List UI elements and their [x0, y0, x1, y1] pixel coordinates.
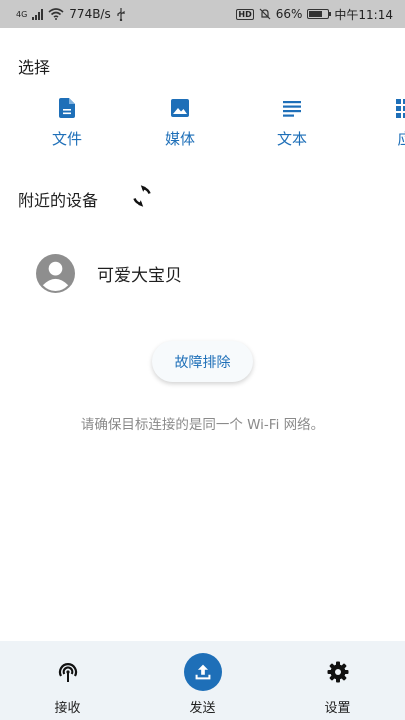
upload-icon	[195, 664, 210, 680]
receive-icon	[58, 663, 77, 682]
category-apps[interactable]: 应	[370, 96, 405, 149]
category-label: 文本	[276, 130, 307, 148]
mute-bell-icon	[259, 8, 271, 20]
device-item[interactable]: 可爱大宝贝	[36, 252, 376, 294]
apps-grid-icon	[396, 99, 405, 118]
nav-settings[interactable]: 设置	[270, 641, 405, 720]
network-type: 4G	[16, 9, 28, 19]
select-section-title: 选择	[18, 58, 51, 77]
file-icon	[59, 98, 75, 118]
category-label: 文件	[51, 130, 82, 148]
avatar-icon	[36, 253, 75, 293]
nav-label: 接收	[54, 701, 81, 716]
nav-label: 设置	[324, 701, 351, 716]
wifi-hint-text: 请确保目标连接的是同一个 Wi-Fi 网络。	[80, 417, 325, 433]
nav-label: 发送	[189, 701, 216, 716]
gear-icon	[327, 661, 348, 683]
network-speed: 774B/s	[69, 7, 111, 21]
clock: 中午11:14	[334, 7, 393, 22]
device-name: 可爱大宝贝	[97, 265, 182, 286]
wifi-icon	[48, 8, 64, 20]
status-bar: 4G 774B/s HD 66% 中午11:14	[0, 0, 405, 28]
battery-icon	[307, 9, 332, 19]
refresh-icon[interactable]	[130, 184, 154, 208]
category-label: 应	[397, 130, 405, 148]
signal-icon	[32, 8, 44, 20]
category-label: 媒体	[164, 130, 195, 148]
hd-icon: HD	[236, 8, 254, 20]
category-row: 文件 媒体 文本 应	[0, 96, 405, 156]
text-icon	[283, 101, 301, 117]
troubleshoot-button[interactable]: 故障排除	[152, 341, 253, 382]
nearby-devices-title: 附近的设备	[18, 191, 99, 210]
image-icon	[171, 99, 189, 117]
usb-icon	[117, 7, 125, 21]
category-file[interactable]: 文件	[32, 96, 102, 149]
nav-send[interactable]: 发送	[135, 641, 270, 720]
category-text[interactable]: 文本	[257, 96, 327, 149]
nav-receive[interactable]: 接收	[0, 641, 135, 720]
battery-percent: 66%	[275, 7, 303, 21]
category-media[interactable]: 媒体	[145, 96, 215, 149]
bottom-nav: 接收 发送 设置	[0, 641, 405, 720]
